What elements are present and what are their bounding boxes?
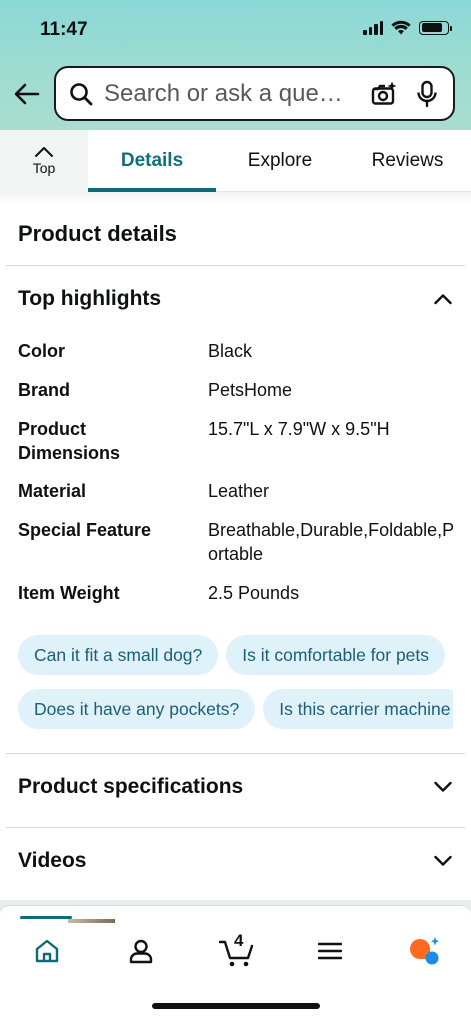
divider [6, 753, 465, 754]
tab-reviews[interactable]: Reviews [344, 130, 471, 192]
battery-icon [419, 20, 452, 35]
question-chip[interactable]: Is this carrier machine [263, 689, 453, 729]
spec-key: Product Dimensions [18, 419, 121, 463]
question-chip[interactable]: Is it comfortable for pets [226, 635, 446, 675]
cart-count: 4 [234, 931, 244, 950]
back-arrow-icon [14, 83, 40, 105]
videos-toggle[interactable] [433, 851, 453, 871]
chevron-up-icon [35, 147, 53, 157]
spec-row-material: Material Leather [18, 479, 458, 503]
cellular-signal-icon [363, 20, 383, 35]
nav-home[interactable] [27, 934, 67, 968]
tabs-shadow [0, 192, 471, 204]
spec-row-item-weight: Item Weight 2.5 Pounds [18, 581, 458, 605]
spec-value: Black [208, 341, 253, 361]
spec-value: PetsHome [208, 380, 293, 400]
spec-key: Material [18, 481, 87, 501]
top-highlights-title[interactable]: Top highlights [18, 287, 161, 311]
chevron-up-icon [434, 294, 452, 305]
rufus-ai-icon [410, 937, 439, 965]
spec-value: Breathable,Durable,Foldable,Portable [208, 520, 455, 564]
spec-row-special-feature: Special Feature Breathable,Durable,Folda… [18, 518, 458, 566]
content-peek [20, 916, 115, 923]
tab-top-label: Top [32, 160, 56, 176]
tab-details[interactable]: Details [88, 130, 216, 192]
camera-sparkle-icon[interactable] [369, 79, 399, 109]
spec-row-brand: Brand PetsHome [18, 378, 458, 402]
question-chips-row: Does it have any pockets? Is this carrie… [18, 689, 453, 729]
search-input[interactable] [104, 79, 363, 108]
status-time: 11:47 [40, 19, 88, 40]
nav-account[interactable] [121, 934, 161, 968]
product-details-title: Product details [18, 221, 177, 246]
videos-title[interactable]: Videos [18, 849, 86, 873]
account-icon [129, 939, 153, 964]
chevron-down-icon [434, 855, 452, 866]
status-icons [363, 20, 452, 35]
question-chip[interactable]: Does it have any pockets? [18, 689, 256, 729]
top-highlights-toggle[interactable] [433, 289, 453, 309]
spec-value: Leather [208, 481, 270, 501]
chevron-down-icon [434, 781, 452, 792]
spec-row-dimensions: Product Dimensions 15.7"L x 7.9"W x 9.5"… [18, 417, 458, 465]
product-specifications-toggle[interactable] [433, 777, 453, 797]
product-specifications-title[interactable]: Product specifications [18, 775, 243, 799]
question-chip[interactable]: Can it fit a small dog? [18, 635, 219, 675]
search-icon [68, 81, 94, 107]
spec-key: Color [18, 341, 65, 361]
spec-key: Special Feature [18, 520, 152, 540]
menu-icon [318, 942, 342, 960]
nav-menu[interactable] [310, 934, 350, 968]
divider [6, 265, 465, 266]
home-icon [35, 939, 59, 963]
nav-rufus-ai[interactable] [404, 934, 444, 968]
question-chips-row: Can it fit a small dog? Is it comfortabl… [18, 635, 453, 675]
nav-cart[interactable]: 4 [215, 931, 259, 968]
tab-explore[interactable]: Explore [216, 130, 344, 192]
spec-row-color: Color Black [18, 339, 458, 363]
search-bar[interactable] [54, 66, 455, 121]
spec-value: 15.7"L x 7.9"W x 9.5"H [208, 419, 390, 439]
spec-key: Brand [18, 380, 71, 400]
microphone-icon[interactable] [413, 79, 441, 109]
back-button[interactable] [12, 80, 42, 108]
wifi-icon [391, 20, 411, 35]
tab-top[interactable]: Top [0, 130, 88, 192]
spec-key: Item Weight [18, 583, 120, 603]
section-tabs: Top Details Explore Reviews [0, 130, 471, 192]
spec-value: 2.5 Pounds [208, 583, 300, 603]
home-indicator [152, 1003, 320, 1009]
app-header: 11:47 [0, 0, 471, 130]
divider [6, 827, 465, 828]
